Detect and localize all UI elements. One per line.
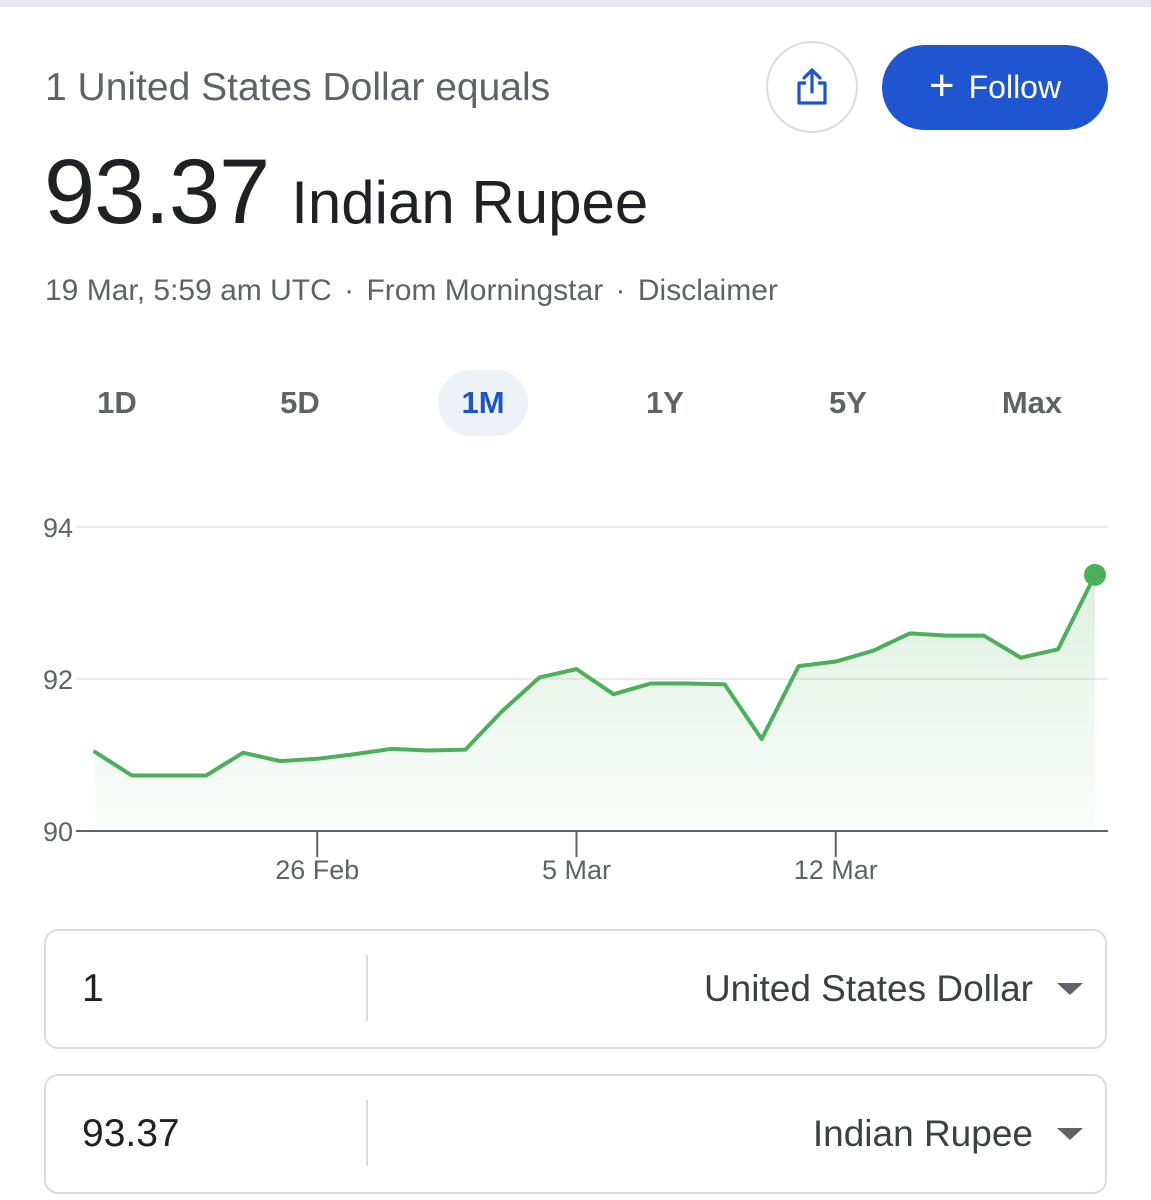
to-amount-input[interactable]: 93.37 bbox=[82, 1076, 352, 1192]
last-point-marker bbox=[1084, 563, 1106, 586]
y-tick-label: 94 bbox=[43, 513, 73, 543]
field-divider bbox=[366, 955, 368, 1021]
separator: · bbox=[615, 274, 626, 307]
tab-max[interactable]: Max bbox=[982, 370, 1082, 436]
time-range-tabs: 1D 5D 1M 1Y 5Y Max bbox=[0, 370, 1151, 436]
x-tick-label: 26 Feb bbox=[275, 855, 359, 885]
rate-value: 93.37 bbox=[44, 141, 270, 243]
conversion-caption: 1 United States Dollar equals bbox=[45, 66, 551, 109]
from-amount-input[interactable]: 1 bbox=[82, 931, 352, 1047]
converter-from: 1 United States Dollar bbox=[44, 929, 1107, 1049]
rate-unit: Indian Rupee bbox=[291, 169, 649, 236]
dropdown-caret-icon[interactable] bbox=[1057, 1128, 1083, 1140]
timestamp: 19 Mar, 5:59 am UTC bbox=[45, 274, 332, 307]
share-button[interactable] bbox=[766, 41, 858, 133]
share-icon bbox=[797, 68, 827, 105]
rate-metadata: 19 Mar, 5:59 am UTC · From Morningstar ·… bbox=[45, 274, 778, 308]
tab-5d[interactable]: 5D bbox=[255, 370, 345, 436]
field-divider bbox=[366, 1100, 368, 1166]
tab-5y[interactable]: 5Y bbox=[803, 370, 893, 436]
disclaimer-link[interactable]: Disclaimer bbox=[638, 274, 778, 307]
follow-button[interactable]: + Follow bbox=[882, 45, 1108, 130]
source-label: From Morningstar bbox=[366, 274, 604, 307]
plus-icon: + bbox=[928, 60, 955, 110]
tab-1y[interactable]: 1Y bbox=[620, 370, 710, 436]
rate-heading: 93.37 Indian Rupee bbox=[44, 140, 648, 245]
y-tick-label: 92 bbox=[43, 665, 73, 695]
x-tick-label: 5 Mar bbox=[542, 855, 611, 885]
price-chart[interactable]: 90 92 94 26 Feb 5 Mar 12 Mar bbox=[0, 500, 1151, 900]
from-currency-select[interactable]: United States Dollar bbox=[704, 931, 1033, 1047]
tab-1d[interactable]: 1D bbox=[72, 370, 162, 436]
x-tick-label: 12 Mar bbox=[794, 855, 878, 885]
converter-to: 93.37 Indian Rupee bbox=[44, 1074, 1107, 1194]
top-divider bbox=[0, 0, 1151, 7]
separator: · bbox=[344, 274, 355, 307]
tab-1m[interactable]: 1M bbox=[438, 370, 528, 436]
y-tick-label: 90 bbox=[43, 817, 73, 847]
to-currency-select[interactable]: Indian Rupee bbox=[813, 1076, 1033, 1192]
dropdown-caret-icon[interactable] bbox=[1057, 983, 1083, 995]
follow-label: Follow bbox=[968, 69, 1062, 105]
area-fill bbox=[95, 574, 1095, 831]
